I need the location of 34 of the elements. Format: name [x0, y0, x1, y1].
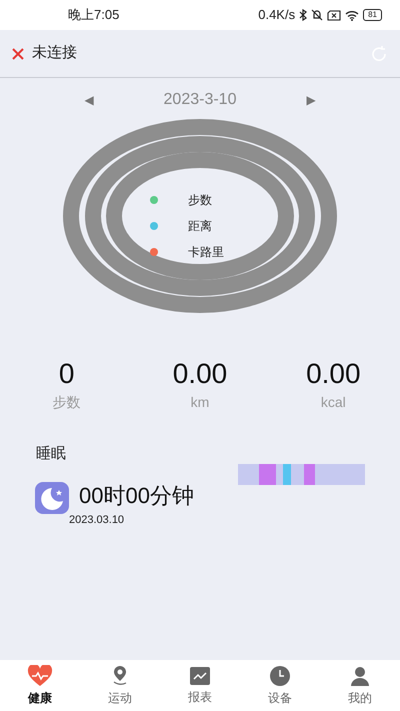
previous-day-button[interactable]: ◀ [84, 91, 94, 109]
stat-value: 0.00 [172, 358, 228, 390]
connection-status: 未连接 [32, 43, 77, 64]
wifi-icon [345, 10, 360, 20]
stat-value: 0.00 [306, 358, 361, 390]
heart-icon [27, 664, 53, 686]
clock-icon [269, 664, 291, 686]
nav-tab[interactable]: 我的 [320, 660, 400, 711]
current-date: 2023-3-10 [164, 90, 236, 110]
next-day-button[interactable]: ▶ [306, 91, 316, 109]
legend-label: 距离 [188, 218, 212, 235]
sleep-title: 睡眠 [36, 444, 66, 464]
network-speed: 0.4K/s [258, 6, 296, 24]
chart-icon [189, 666, 211, 686]
stat-unit: km [190, 393, 210, 412]
bluetooth-icon [299, 9, 308, 21]
sleep-date: 2023.03.10 [69, 512, 126, 528]
stat-unit: kcal [320, 393, 346, 412]
nav-tab[interactable]: 运动 [80, 660, 160, 711]
stat-value: 0 [58, 358, 74, 390]
muted-bell-icon [311, 9, 324, 21]
sim-off-icon [327, 10, 342, 20]
battery-indicator: 81 [363, 9, 382, 21]
user-icon [349, 664, 371, 686]
moon-icon [35, 482, 69, 514]
sleep-duration: 00时00分钟 [79, 482, 194, 510]
stat-unit: 步数 [52, 393, 81, 412]
legend-label: 卡路里 [188, 244, 224, 261]
close-icon [12, 48, 24, 60]
nav-tab[interactable]: 报表 [160, 660, 240, 711]
nav-tab[interactable]: 健康 [0, 660, 80, 711]
status-time: 晚上7:05 [68, 6, 120, 24]
legend-label: 步数 [188, 192, 212, 209]
nav-tab[interactable]: 设备 [240, 660, 320, 711]
